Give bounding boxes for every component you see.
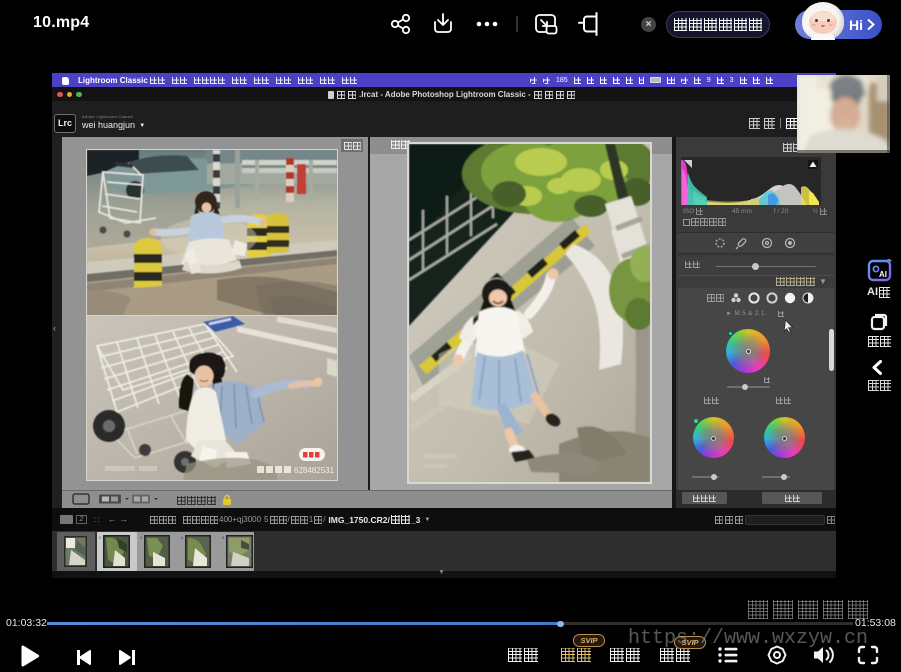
- svg-text:628482531: 628482531: [294, 466, 335, 475]
- svg-text:AI: AI: [879, 270, 887, 279]
